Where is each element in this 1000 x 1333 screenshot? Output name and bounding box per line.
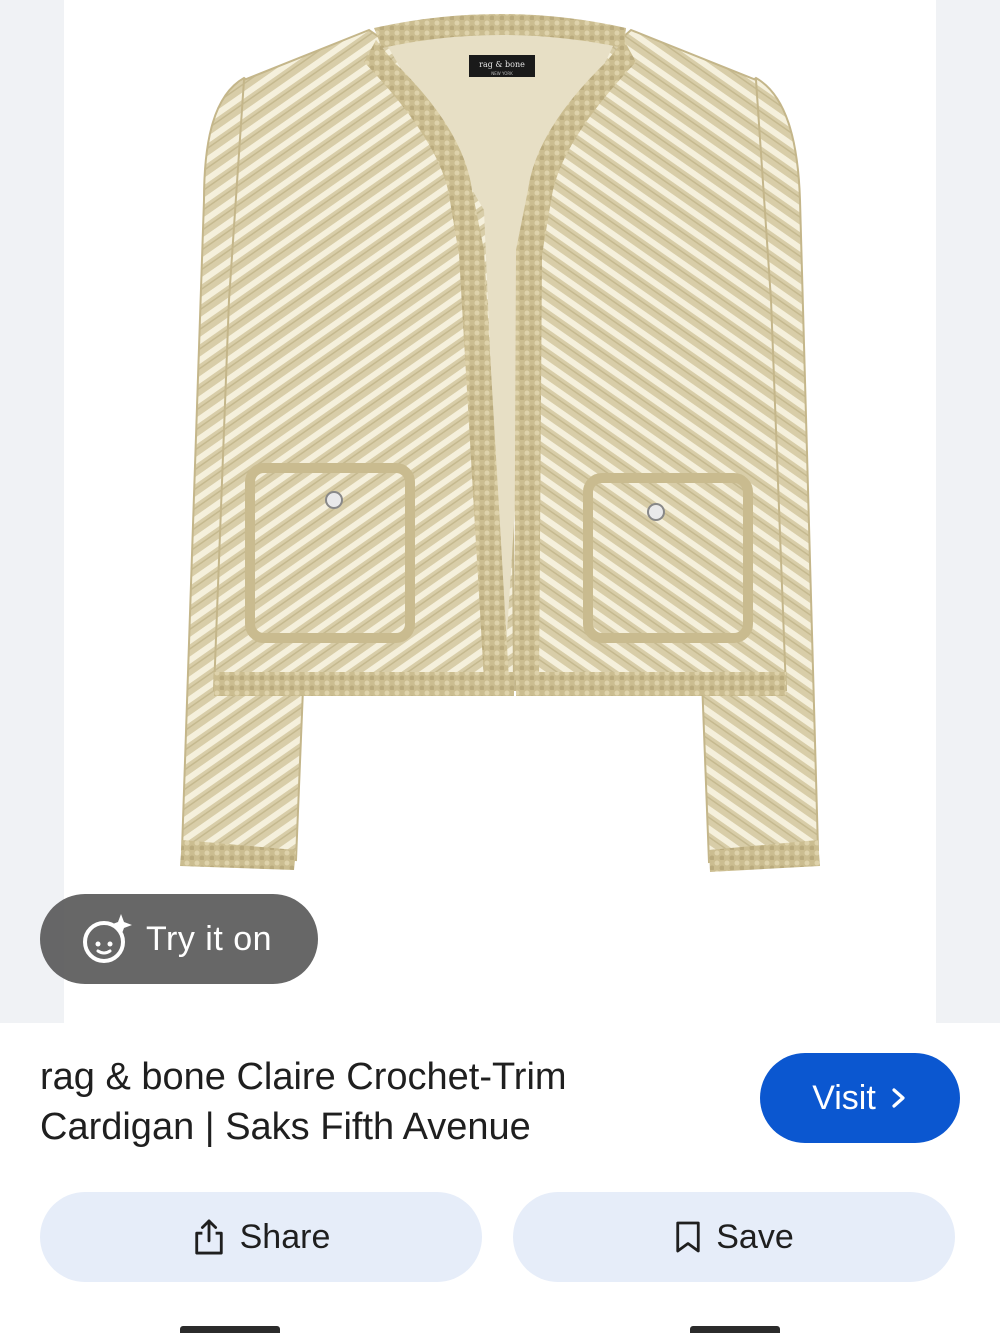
visit-label: Visit: [812, 1078, 876, 1117]
sparkle-face-icon: [83, 914, 132, 963]
share-icon: [194, 1219, 223, 1255]
brand-tag: rag & bone NEW YORK: [469, 55, 535, 77]
svg-text:rag & bone: rag & bone: [479, 60, 525, 69]
right-pocket: [583, 473, 753, 643]
image-viewer: rag & bone NEW YORK: [0, 0, 1000, 1023]
visit-button[interactable]: Visit: [760, 1053, 960, 1143]
bookmark-icon: [676, 1221, 700, 1253]
save-button[interactable]: Save: [513, 1192, 955, 1282]
result-title-line-1: rag & bone Claire Crochet-Trim: [40, 1056, 567, 1098]
next-result-peek: [180, 1326, 280, 1333]
next-result-peek: [690, 1326, 780, 1333]
left-pocket-button: [325, 491, 343, 509]
try-it-on-label: Try it on: [146, 919, 273, 958]
product-image[interactable]: rag & bone NEW YORK: [64, 0, 936, 1023]
share-button[interactable]: Share: [40, 1192, 482, 1282]
product-image-frame[interactable]: rag & bone NEW YORK: [64, 0, 936, 1023]
chevron-right-icon: [892, 1088, 905, 1108]
result-title[interactable]: rag & bone Claire Crochet-Trim Cardigan …: [40, 1052, 680, 1152]
svg-text:NEW YORK: NEW YORK: [491, 71, 513, 76]
hem-trim-left: [214, 672, 514, 696]
hem-trim-right: [516, 672, 786, 696]
try-it-on-button[interactable]: Try it on: [40, 894, 318, 984]
save-label: Save: [716, 1217, 794, 1256]
right-pocket-button: [647, 503, 665, 521]
result-title-line-2: Cardigan | Saks Fifth Avenue: [40, 1106, 531, 1148]
share-label: Share: [239, 1217, 331, 1256]
